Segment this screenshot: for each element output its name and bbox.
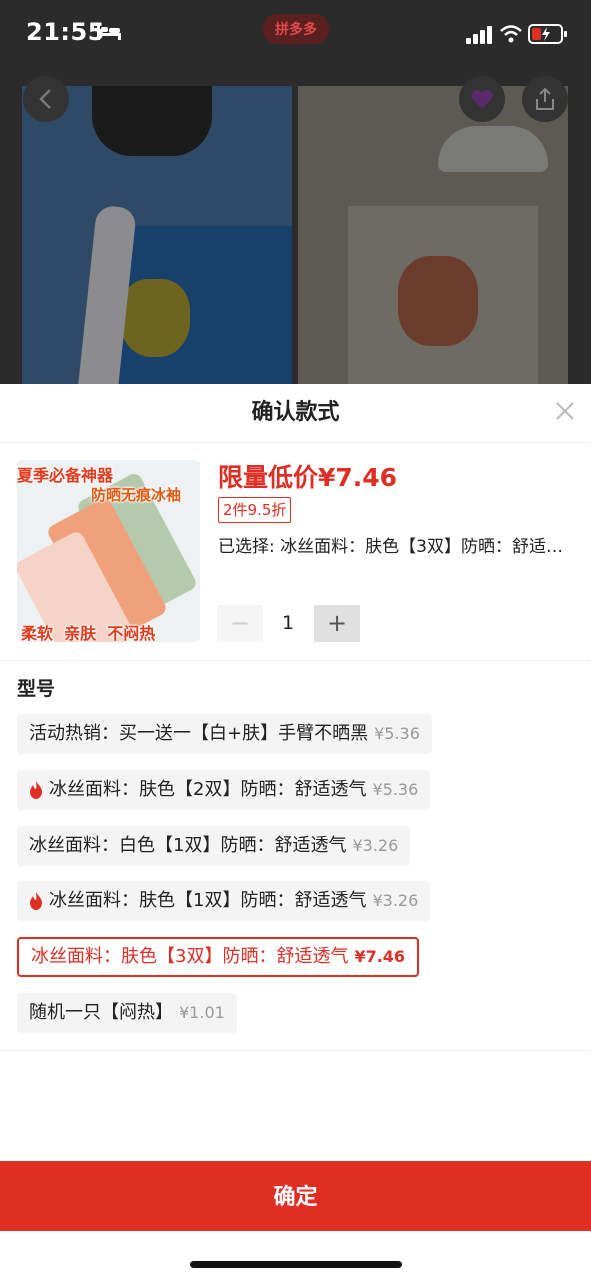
option-price: ¥3.26 [352,836,399,855]
fire-icon [30,892,42,910]
option-chip[interactable]: 冰丝面料：肤色【1双】防晒：舒适透气 ¥3.26 [17,881,431,921]
fire-icon [30,781,42,799]
favorite-icon [471,90,493,108]
product-thumbnail[interactable]: 夏季必备神器 防晒无痕冰袖 柔软 亲肤 不闷热 [17,460,200,642]
close-button[interactable] [552,400,578,426]
back-arrow-icon [39,89,51,109]
option-price: ¥5.36 [374,724,420,743]
product-price: 限量低价¥7.46 [218,463,398,492]
option-label: 冰丝面料：白色【1双】防晒：舒适透气 [29,835,347,856]
sleep-mode-icon [97,24,121,40]
option-chip[interactable]: 冰丝面料：肤色【2双】防晒：舒适透气 ¥5.36 [17,770,431,810]
quantity-increment-button[interactable]: + [314,605,360,642]
thumb-caption-2: 防晒无痕冰袖 [91,486,182,504]
option-price: ¥7.46 [354,947,406,966]
product-page-background: 21:55 拼多多 [0,0,591,384]
home-indicator [190,1261,402,1268]
option-chip[interactable]: 随机一只【闷热】 ¥1.01 [17,993,237,1033]
option-label: 随机一只【闷热】 [29,1002,173,1023]
option-label: 冰丝面料：肤色【1双】防晒：舒适透气 [49,890,367,911]
option-chip[interactable]: 冰丝面料：肤色【3双】防晒：舒适透气 ¥7.46 [17,937,420,977]
back-button[interactable] [23,76,69,122]
model-section-label: 型号 [17,678,56,700]
divider [0,1050,591,1051]
option-price: ¥3.26 [372,891,419,910]
quantity-value: 1 [281,612,295,634]
option-price: ¥5.36 [372,780,419,799]
option-chip[interactable]: 冰丝面料：白色【1双】防晒：舒适透气 ¥3.26 [17,826,411,866]
selected-variant-text: 已选择: 冰丝面料：肤色【3双】防晒：舒适透气 [218,537,568,557]
divider [0,442,591,443]
option-label: 冰丝面料：肤色【3双】防晒：舒适透气 [31,946,349,967]
sheet-title: 确认款式 [251,400,340,425]
confirm-button[interactable]: 确定 [0,1161,591,1231]
share-icon [536,87,554,110]
wifi-icon [500,25,522,43]
app-logo-badge: 拼多多 [263,14,329,44]
product-photo-right [298,86,568,384]
favorite-button[interactable] [459,76,505,122]
option-chip[interactable]: 活动热销：买一送一【白+肤】手臂不晒黑 ¥5.36 [17,714,432,754]
style-select-sheet: 确认款式 夏季必备神器 防晒无痕冰袖 柔软 亲肤 不闷热 限量低价¥7.46 2… [0,384,591,1280]
discount-badge: 2件9.5折 [218,497,292,523]
thumb-caption-3: 柔软 亲肤 不闷热 [21,624,156,642]
product-photo-left [22,86,292,384]
quantity-decrement-button[interactable]: − [217,605,263,642]
thumb-caption-1: 夏季必备神器 [17,466,114,485]
status-time: 21:55 [26,18,105,46]
status-bar: 21:55 拼多多 [0,0,591,70]
share-button[interactable] [522,76,568,122]
option-label: 活动热销：买一送一【白+肤】手臂不晒黑 [29,723,369,744]
divider [0,660,591,661]
battery-icon [528,24,567,44]
cellular-signal-icon [466,26,492,44]
option-price: ¥1.01 [179,1003,225,1022]
option-label: 冰丝面料：肤色【2双】防晒：舒适透气 [49,779,367,800]
close-icon [556,402,574,420]
